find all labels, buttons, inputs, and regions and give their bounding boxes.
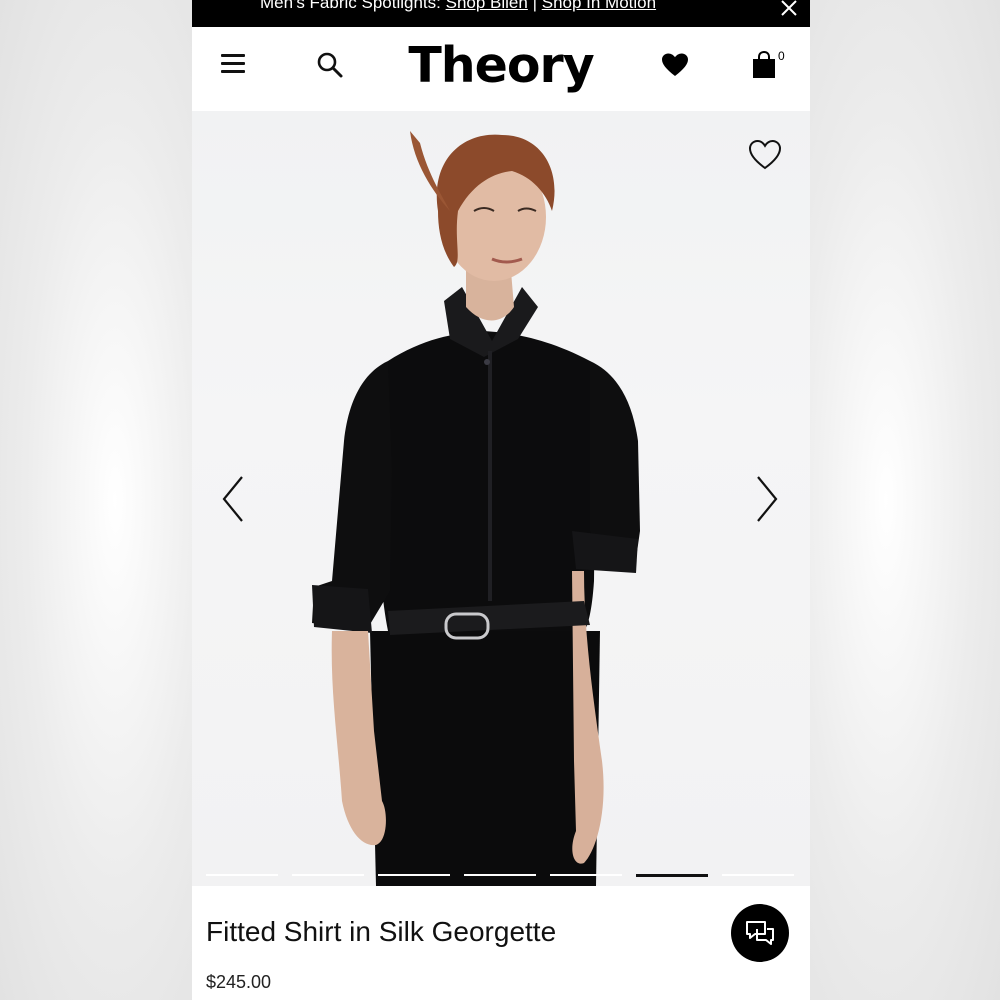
heart-filled-icon[interactable] [662, 53, 688, 77]
carousel-indicator[interactable] [722, 874, 794, 876]
backdrop-right [810, 0, 1000, 1000]
chevron-left-icon[interactable] [220, 475, 246, 523]
chat-bubbles-icon [746, 921, 774, 945]
heart-outline-icon[interactable] [748, 139, 782, 171]
site-header: Theory 0 [192, 27, 810, 111]
carousel-indicator[interactable] [550, 874, 622, 876]
carousel-indicator[interactable] [464, 874, 536, 876]
product-price: $245.00 [206, 972, 272, 992]
promo-lead: Men's Fabric Spotlights: [260, 0, 441, 12]
promo-separator: | [532, 0, 537, 12]
bag-count-badge: 0 [778, 49, 785, 63]
product-title: Fitted Shirt in Silk Georgette [206, 916, 557, 947]
carousel-indicator[interactable] [206, 874, 278, 876]
carousel-indicator[interactable] [292, 874, 364, 876]
carousel-indicators [206, 874, 798, 878]
mobile-page: Men's Fabric Spotlights: Shop Bilen | Sh… [192, 0, 810, 1000]
product-image-carousel[interactable] [192, 111, 810, 886]
promo-text: Men's Fabric Spotlights: Shop Bilen | Sh… [260, 0, 656, 11]
shopping-bag-icon[interactable] [752, 51, 776, 79]
carousel-indicator[interactable] [636, 874, 708, 877]
promo-link-in-motion[interactable]: Shop In Motion [542, 0, 656, 12]
chat-button[interactable] [731, 904, 789, 962]
backdrop-left [0, 0, 192, 1000]
carousel-indicator[interactable] [378, 874, 450, 876]
promo-link-bilen[interactable]: Shop Bilen [446, 0, 528, 12]
brand-logo[interactable]: Theory [192, 37, 810, 94]
promo-banner: Men's Fabric Spotlights: Shop Bilen | Sh… [192, 0, 810, 27]
product-photo [312, 131, 640, 886]
close-icon[interactable] [778, 0, 800, 19]
chevron-right-icon[interactable] [754, 475, 780, 523]
